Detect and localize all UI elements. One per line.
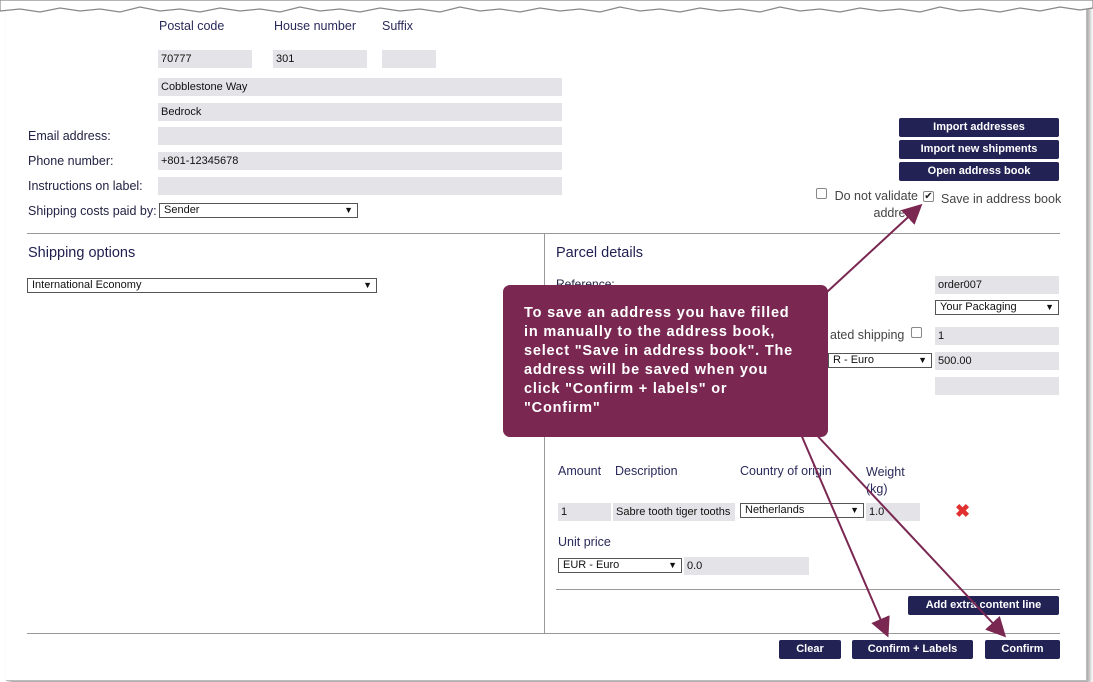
shipping-method-select[interactable]: International Economy ▼ <box>27 278 377 293</box>
chevron-down-icon: ▼ <box>344 205 353 215</box>
import-new-shipments-button[interactable]: Import new shipments <box>899 140 1059 159</box>
save-in-address-book-label: Save in address book <box>941 192 1062 206</box>
do-not-validate-label: Do not validate address <box>834 188 918 222</box>
house-number-label: House number <box>274 19 356 33</box>
unit-price-label: Unit price <box>558 535 611 549</box>
chevron-down-icon: ▼ <box>850 505 859 515</box>
unit-price-currency-select[interactable]: EUR - Euro ▼ <box>558 558 682 573</box>
shipping-costs-select[interactable]: Sender ▼ <box>159 203 358 218</box>
packaging-select[interactable]: Your Packaging ▼ <box>935 300 1059 315</box>
country-value: Netherlands <box>745 504 805 516</box>
amount-header: Amount <box>558 464 602 478</box>
country-select[interactable]: Netherlands ▼ <box>740 503 864 518</box>
content-divider <box>556 589 1060 590</box>
shipping-costs-value: Sender <box>164 204 200 216</box>
phone-label: Phone number: <box>28 154 114 168</box>
clear-button[interactable]: Clear <box>779 640 841 659</box>
shipping-method-value: International Economy <box>32 279 142 291</box>
unit-price-input[interactable]: 0.0 <box>684 557 809 575</box>
description-header: Description <box>615 464 678 478</box>
unit-price-currency-value: EUR - Euro <box>563 559 620 571</box>
phone-input[interactable]: +801-12345678 <box>158 152 562 170</box>
instructions-label: Instructions on label: <box>28 179 143 193</box>
weight-header-line1: Weight <box>866 465 905 479</box>
confirm-labels-button[interactable]: Confirm + Labels <box>852 640 973 659</box>
email-input[interactable] <box>158 127 562 145</box>
confirm-button[interactable]: Confirm <box>985 640 1060 659</box>
suffix-label: Suffix <box>382 19 414 33</box>
country-header: Country of origin <box>740 464 832 478</box>
house-number-input[interactable]: 301 <box>273 50 367 68</box>
quantity-input[interactable]: 1 <box>935 327 1059 345</box>
footer-divider <box>27 633 1060 634</box>
packaging-value: Your Packaging <box>940 301 1017 313</box>
instructions-input[interactable] <box>158 177 562 195</box>
insured-shipping-label: ated shipping <box>830 328 905 342</box>
content-amount-input[interactable]: 1 <box>558 503 611 521</box>
red-x-icon[interactable]: ✖ <box>955 501 970 522</box>
add-extra-content-line-button[interactable]: Add extra content line <box>908 596 1059 615</box>
reference-input[interactable]: order007 <box>935 276 1059 294</box>
insured-shipping-checkbox[interactable] <box>911 327 922 338</box>
currency-value: R - Euro <box>833 354 874 366</box>
street-input[interactable]: Cobblestone Way <box>158 78 562 96</box>
content-description-input[interactable]: Sabre tooth tiger tooths <box>613 503 735 521</box>
open-address-book-button[interactable]: Open address book <box>899 162 1059 181</box>
postal-code-label: Postal code <box>159 19 225 33</box>
checkmark-icon: ✔ <box>924 191 933 202</box>
shipping-costs-label: Shipping costs paid by: <box>28 204 157 218</box>
chevron-down-icon: ▼ <box>363 280 372 290</box>
extra-input[interactable] <box>935 377 1059 395</box>
city-input[interactable]: Bedrock <box>158 103 562 121</box>
chevron-down-icon: ▼ <box>668 560 677 570</box>
chevron-down-icon: ▼ <box>1045 302 1054 312</box>
suffix-input[interactable] <box>382 50 436 68</box>
help-tooltip: To save an address you have filled in ma… <box>503 285 828 437</box>
email-label: Email address: <box>28 129 111 143</box>
do-not-validate-checkbox[interactable] <box>816 188 827 199</box>
shipping-options-title: Shipping options <box>28 245 136 261</box>
value-input[interactable]: 500.00 <box>935 352 1059 370</box>
postal-code-input[interactable]: 70777 <box>158 50 252 68</box>
parcel-details-title: Parcel details <box>556 245 644 261</box>
content-weight-input[interactable]: 1.0 <box>866 503 920 521</box>
import-addresses-button[interactable]: Import addresses <box>899 118 1059 137</box>
do-not-validate-line1: Do not validate <box>834 189 918 203</box>
weight-header: Weight (kg) <box>866 464 905 498</box>
currency-select[interactable]: R - Euro ▼ <box>828 353 932 368</box>
weight-header-line2: (kg) <box>866 482 888 496</box>
do-not-validate-line2: address <box>873 206 918 220</box>
save-in-address-book-checkbox[interactable]: ✔ <box>923 191 934 202</box>
chevron-down-icon: ▼ <box>918 355 927 365</box>
